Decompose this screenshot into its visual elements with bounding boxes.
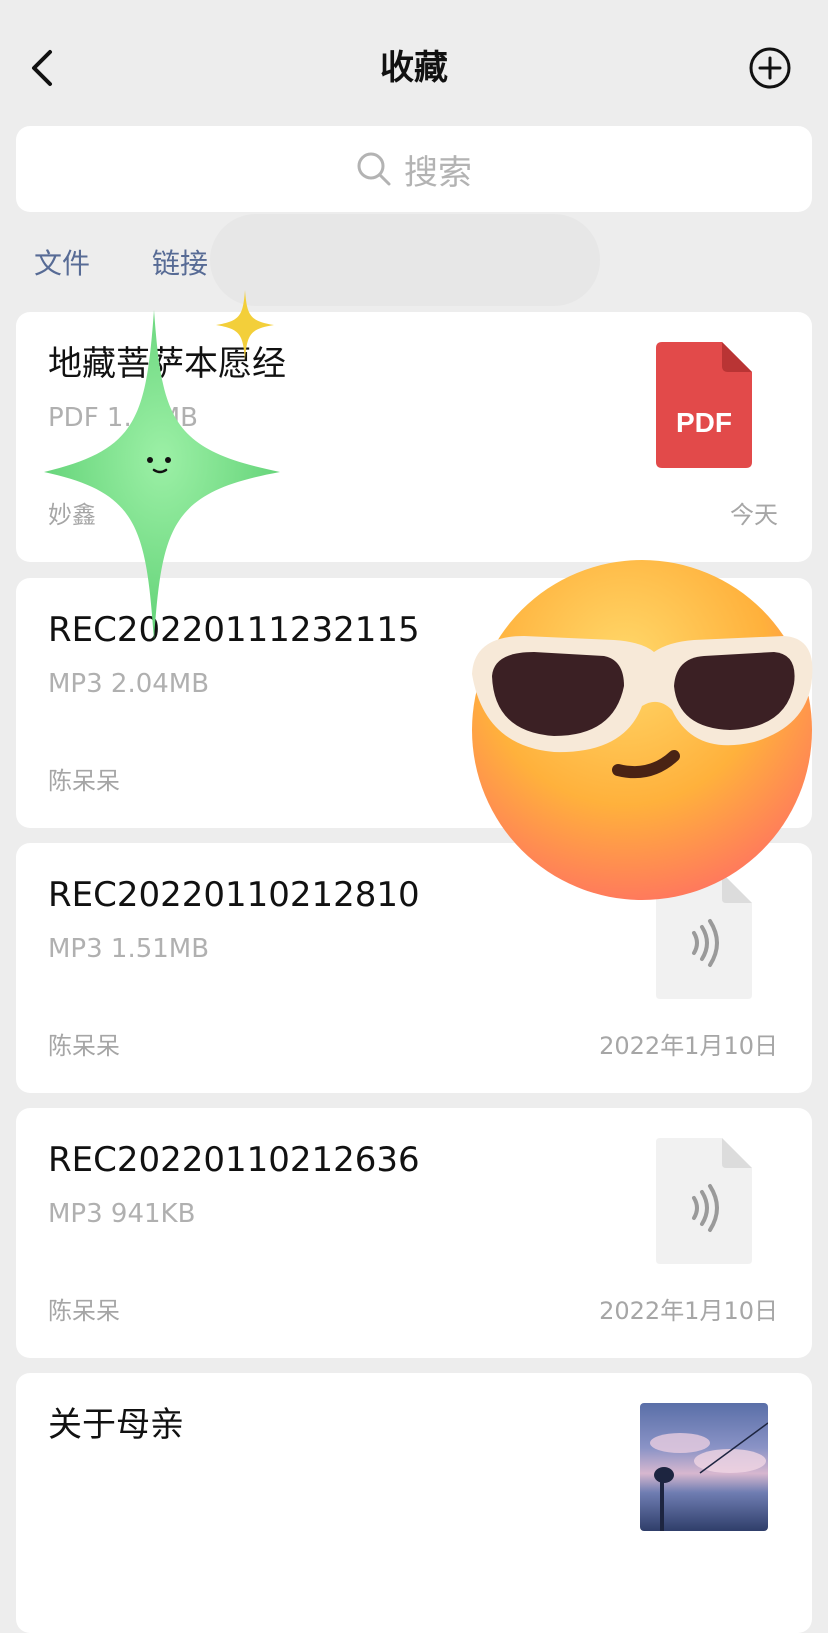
item-date: 2022年1月10日 [599, 1297, 778, 1325]
filter-links[interactable]: 链接 [152, 244, 208, 284]
search-icon [357, 152, 391, 186]
page-title: 收藏 [380, 48, 448, 88]
item-user: 陈呆呆 [48, 1032, 120, 1060]
item-date: 2022年1月10日 [599, 1032, 778, 1060]
pdf-label: PDF [676, 407, 732, 438]
item-meta: MP3 2.04MB [48, 669, 210, 699]
top-bar: 收藏 [0, 0, 828, 130]
thumbnail-image [640, 1403, 768, 1531]
audio-file-icon [656, 1138, 752, 1264]
plus-circle-icon[interactable] [748, 46, 792, 90]
small-sparkle-sticker [216, 290, 274, 360]
filter-files[interactable]: 文件 [34, 244, 90, 284]
search-bar[interactable]: 搜索 [16, 126, 812, 212]
pdf-file-icon: PDF [656, 342, 752, 468]
search-placeholder: 搜索 [404, 152, 472, 193]
item-user: 陈呆呆 [48, 1297, 120, 1325]
sunglasses-emoji-sticker [472, 560, 813, 900]
item-title: REC20220110212810 [48, 875, 420, 915]
item-meta: MP3 1.51MB [48, 934, 210, 964]
list-item[interactable]: 关于母亲 [16, 1373, 812, 1633]
list-item[interactable]: REC20220110212636 MP3 941KB 陈呆呆 2022年1月1… [16, 1108, 812, 1358]
item-meta: MP3 941KB [48, 1199, 196, 1229]
item-title: 关于母亲 [48, 1405, 184, 1445]
item-date: 今天 [730, 501, 778, 529]
item-user: 陈呆呆 [48, 767, 120, 795]
item-title: REC20220110212636 [48, 1140, 420, 1180]
